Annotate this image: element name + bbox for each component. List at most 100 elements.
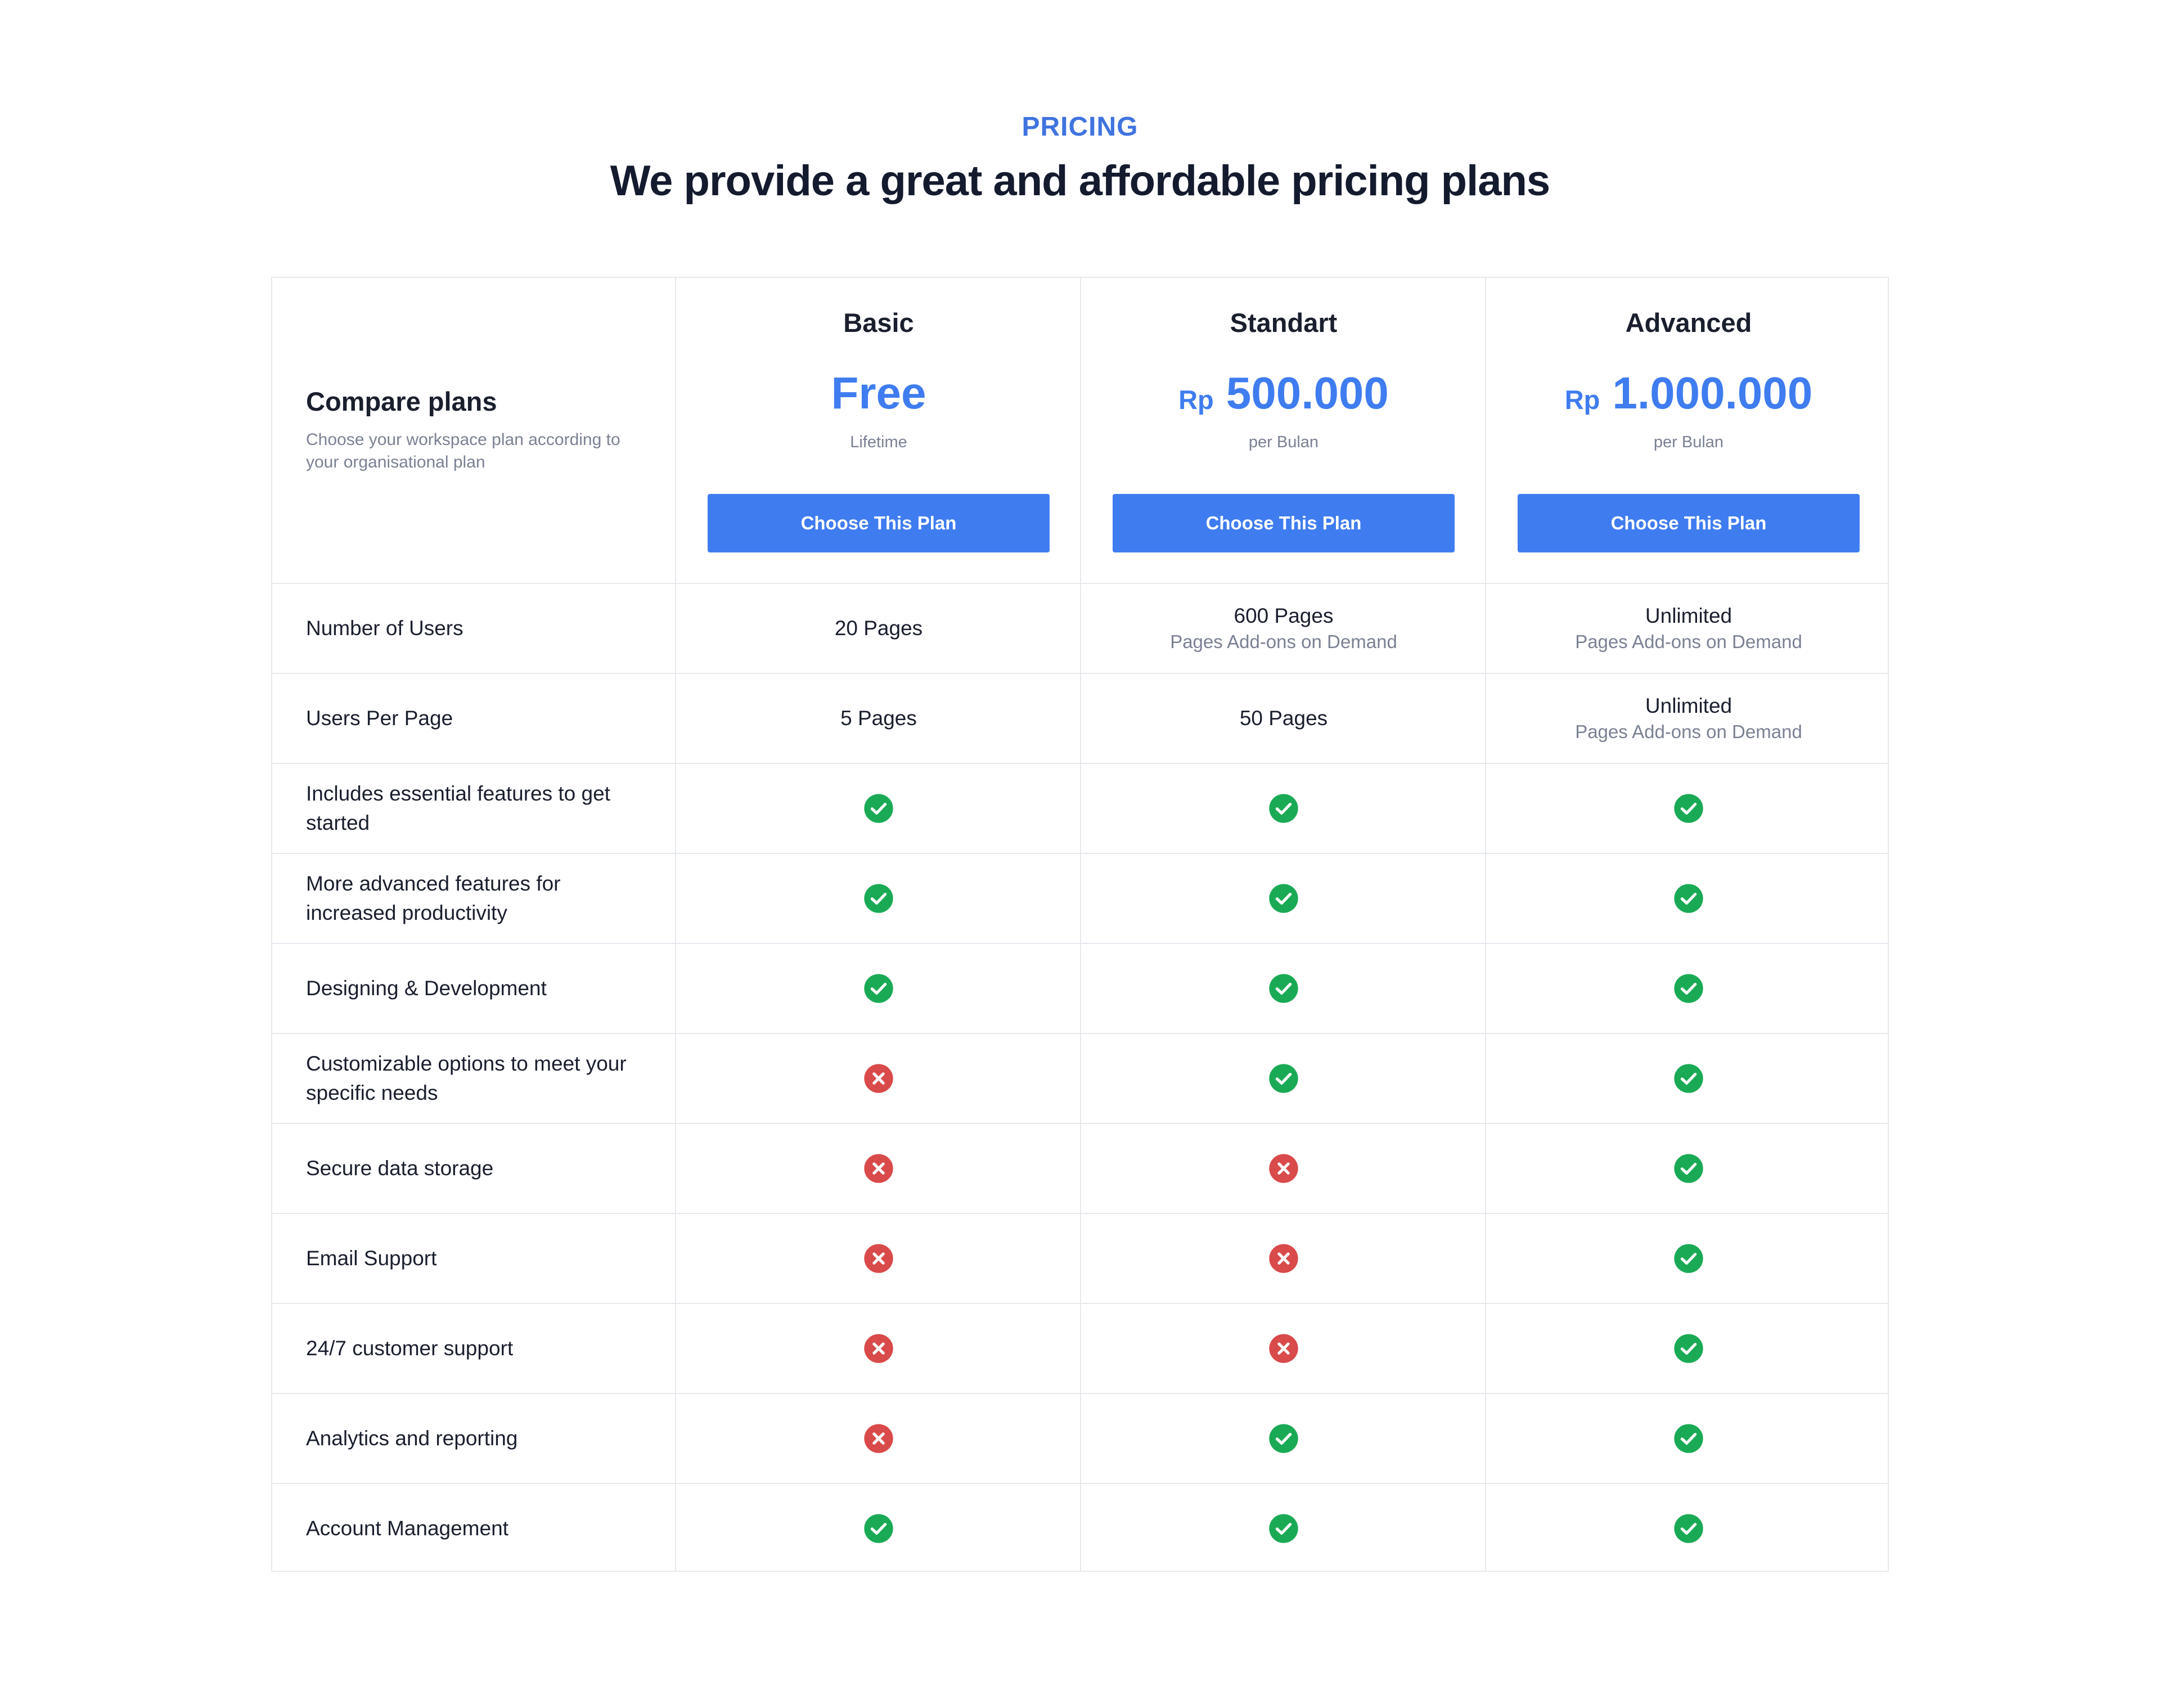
plan-price-currency: Rp xyxy=(1564,385,1600,415)
x-circle-icon xyxy=(864,1154,893,1183)
feature-availability-cell xyxy=(1081,1214,1486,1303)
feature-availability-cell xyxy=(1486,764,1891,853)
x-circle-icon xyxy=(1269,1334,1298,1363)
feature-availability-cell xyxy=(676,1394,1081,1483)
section-eyebrow: PRICING xyxy=(1022,112,1138,142)
feature-availability-cell xyxy=(676,1214,1081,1303)
x-circle-icon xyxy=(1269,1154,1298,1183)
feature-availability-cell xyxy=(1081,1394,1486,1483)
check-circle-icon xyxy=(1269,794,1298,823)
feature-label: Account Management xyxy=(306,1517,508,1540)
check-circle-icon xyxy=(1269,974,1298,1003)
plan-value-note: Pages Add-ons on Demand xyxy=(1575,631,1802,652)
choose-plan-button-standart[interactable]: Choose This Plan xyxy=(1113,494,1455,552)
feature-availability-cell xyxy=(676,1034,1081,1123)
plan-price-currency: Rp xyxy=(1178,385,1214,415)
feature-label: Includes essential features to get start… xyxy=(306,782,610,834)
plan-price-amount: 1.000.000 xyxy=(1612,368,1813,418)
choose-plan-button-advanced[interactable]: Choose This Plan xyxy=(1518,494,1860,552)
check-circle-icon xyxy=(1269,1514,1298,1543)
check-circle-icon xyxy=(1674,1424,1703,1453)
feature-availability-cell xyxy=(1486,1304,1891,1393)
plan-value: 50 Pages xyxy=(1239,707,1328,730)
compare-plans-subtitle: Choose your workspace plan according to … xyxy=(306,430,620,471)
feature-availability-cell xyxy=(676,854,1081,943)
feature-label: Secure data storage xyxy=(306,1157,494,1180)
feature-label: Designing & Development xyxy=(306,977,547,1000)
check-circle-icon xyxy=(1674,1154,1703,1183)
check-circle-icon xyxy=(1674,794,1703,823)
section-headline: We provide a great and affordable pricin… xyxy=(610,157,1550,205)
x-circle-icon xyxy=(1269,1244,1298,1273)
feature-availability-cell xyxy=(1081,1304,1486,1393)
plan-value: Unlimited xyxy=(1645,604,1732,627)
x-circle-icon xyxy=(864,1334,893,1363)
plan-price-amount: 500.000 xyxy=(1226,368,1389,418)
plan-value: 20 Pages xyxy=(834,617,923,640)
feature-label: 24/7 customer support xyxy=(306,1337,514,1360)
plan-value-note: Pages Add-ons on Demand xyxy=(1575,721,1802,742)
row-label: Users Per Page xyxy=(272,674,676,763)
feature-availability-cell xyxy=(1486,1214,1891,1303)
plan-period: per Bulan xyxy=(1248,433,1319,451)
plan-period: Lifetime xyxy=(850,433,907,451)
row-label-text: Number of Users xyxy=(306,617,464,640)
feature-availability-cell xyxy=(1486,854,1891,943)
check-circle-icon xyxy=(1674,884,1703,913)
check-circle-icon xyxy=(864,884,893,913)
check-circle-icon xyxy=(1674,1064,1703,1093)
plan-value-cell: 600 Pages Pages Add-ons on Demand xyxy=(1081,584,1486,673)
plan-price: Free xyxy=(676,368,1081,419)
plan-value-note: Pages Add-ons on Demand xyxy=(1170,631,1397,652)
check-circle-icon xyxy=(1269,1424,1298,1453)
plan-value-cell: 20 Pages xyxy=(676,584,1081,673)
pricing-comparison-table: Compare plans Choose your workspace plan… xyxy=(271,277,1889,1572)
feature-availability-cell xyxy=(676,1124,1081,1213)
check-circle-icon xyxy=(1674,1514,1703,1543)
plan-period: per Bulan xyxy=(1653,433,1724,451)
choose-plan-button-basic[interactable]: Choose This Plan xyxy=(708,494,1050,552)
plan-price: Rp 500.000 xyxy=(1081,368,1486,419)
feature-availability-cell xyxy=(1081,1034,1486,1123)
x-circle-icon xyxy=(864,1244,893,1273)
check-circle-icon xyxy=(1674,974,1703,1003)
feature-availability-cell xyxy=(1486,944,1891,1033)
feature-availability-cell xyxy=(1486,1484,1891,1573)
plan-header-advanced: Advanced Rp 1.000.000 per Bulan Choose T… xyxy=(1486,278,1891,584)
check-circle-icon xyxy=(1674,1244,1703,1273)
plan-price-amount: Free xyxy=(831,368,926,418)
feature-availability-cell xyxy=(676,1304,1081,1393)
feature-availability-cell xyxy=(1081,944,1486,1033)
check-circle-icon xyxy=(1269,884,1298,913)
feature-label: Customizable options to meet your specif… xyxy=(306,1052,627,1104)
feature-label: Analytics and reporting xyxy=(306,1427,518,1450)
plan-value-cell: Unlimited Pages Add-ons on Demand xyxy=(1486,674,1891,763)
plan-value-cell: Unlimited Pages Add-ons on Demand xyxy=(1486,584,1891,673)
plan-name: Basic xyxy=(843,308,914,338)
plan-price: Rp 1.000.000 xyxy=(1486,368,1891,419)
plan-name: Standart xyxy=(1230,308,1338,338)
plan-value-cell: 50 Pages xyxy=(1081,674,1486,763)
feature-availability-cell xyxy=(1081,1484,1486,1573)
row-label: Number of Users xyxy=(272,584,676,673)
feature-availability-cell xyxy=(1081,764,1486,853)
feature-availability-cell xyxy=(1081,1124,1486,1213)
compare-plans-title: Compare plans xyxy=(306,386,497,416)
check-circle-icon xyxy=(864,794,893,823)
check-circle-icon xyxy=(1674,1334,1703,1363)
plan-value: 5 Pages xyxy=(840,707,917,730)
check-circle-icon xyxy=(1269,1064,1298,1093)
feature-label: More advanced features for increased pro… xyxy=(306,872,561,924)
feature-availability-cell xyxy=(676,944,1081,1033)
plan-header-basic: Basic Free Lifetime Choose This Plan xyxy=(676,278,1081,584)
feature-availability-cell xyxy=(1081,854,1486,943)
check-circle-icon xyxy=(864,1514,893,1543)
feature-availability-cell xyxy=(1486,1124,1891,1213)
plan-name: Advanced xyxy=(1625,308,1752,338)
x-circle-icon xyxy=(864,1424,893,1453)
feature-availability-cell xyxy=(676,1484,1081,1573)
feature-availability-cell xyxy=(676,764,1081,853)
plan-value: Unlimited xyxy=(1645,694,1732,717)
row-label-text: Users Per Page xyxy=(306,707,453,730)
plan-value: 600 Pages xyxy=(1234,604,1334,627)
